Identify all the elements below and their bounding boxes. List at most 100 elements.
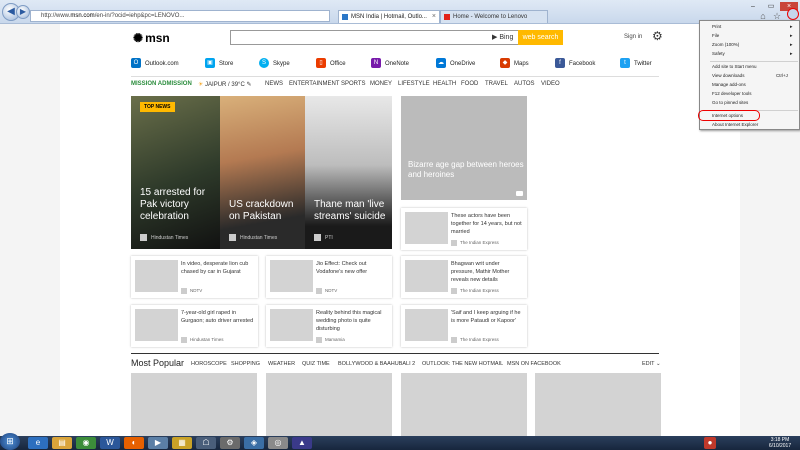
- nav-lifestyle[interactable]: LIFESTYLE: [398, 81, 430, 87]
- menu-item-file[interactable]: File: [712, 33, 796, 39]
- app-taskbar-icon[interactable]: ☖: [196, 437, 216, 449]
- card-source: The Indian Express: [451, 240, 499, 246]
- service-twitter[interactable]: t Twitter: [620, 57, 652, 71]
- twitter-icon: t: [620, 58, 630, 69]
- popular-tile[interactable]: [401, 373, 527, 436]
- nav-food[interactable]: FOOD: [461, 81, 478, 87]
- butterfly-icon: ✺: [133, 31, 144, 45]
- media-taskbar-icon[interactable]: ▶: [148, 437, 168, 449]
- tab-lenovo[interactable]: Home - Welcome to Lenovo: [440, 10, 548, 23]
- nav-money[interactable]: MONEY: [370, 81, 392, 87]
- card-headline: 7-year-old girl raped in Gurgaon; auto d…: [181, 310, 254, 324]
- menu-separator: [710, 61, 798, 62]
- service-office[interactable]: ▯ Office: [316, 57, 346, 71]
- popular-tile[interactable]: [266, 373, 392, 436]
- msn-favicon: [342, 14, 348, 20]
- start-button[interactable]: ⊞: [0, 433, 20, 450]
- menu-item-add-to-start[interactable]: Add site to Start menu: [712, 64, 757, 69]
- popular-tile[interactable]: [131, 373, 257, 436]
- service-maps[interactable]: ◆ Maps: [500, 57, 529, 71]
- menu-item-print[interactable]: Print: [712, 24, 795, 30]
- news-card[interactable]: Bhagwan writ under pressure, Mathir Moth…: [401, 256, 527, 298]
- service-store[interactable]: ▣ Store: [205, 57, 233, 71]
- address-bar[interactable]: http://www.msn.com/en-in/?ocid=iehp&pc=L…: [30, 10, 330, 22]
- menu-item-f12-tools[interactable]: F12 developer tools: [712, 91, 752, 96]
- menu-item-safety[interactable]: Safety: [712, 51, 791, 57]
- nav-travel[interactable]: TRAVEL: [485, 81, 508, 87]
- menu-item-view-downloads[interactable]: View downloads Ctrl+J: [712, 73, 788, 78]
- hero-title: Thane man 'live streams' suicide: [314, 199, 386, 222]
- service-skype[interactable]: S Skype: [259, 57, 290, 71]
- news-card[interactable]: 7-year-old girl raped in Gurgaon; auto d…: [131, 305, 258, 347]
- web-search-button[interactable]: web search: [518, 30, 563, 45]
- menu-item-pinned-sites[interactable]: Go to pinned sites: [712, 100, 748, 105]
- news-card[interactable]: 'Saif and I keep arguing if he is more P…: [401, 305, 527, 347]
- settings-gear-icon[interactable]: ⚙: [652, 29, 663, 43]
- hero-story-3[interactable]: Thane man 'live streams' suicide PTI: [305, 96, 392, 249]
- tools-gear-icon[interactable]: [787, 8, 799, 20]
- popular-link-weather[interactable]: WEATHER: [268, 361, 295, 367]
- forward-button[interactable]: ▶: [16, 5, 30, 19]
- nav-autos[interactable]: AUTOS: [514, 81, 535, 87]
- nav-sports[interactable]: SPORTS: [341, 81, 366, 87]
- explorer-taskbar-icon[interactable]: ▤: [52, 437, 72, 449]
- card-source: NDTV: [316, 288, 337, 294]
- popular-tile[interactable]: [535, 373, 661, 436]
- nav-health[interactable]: HEALTH: [433, 81, 456, 87]
- highlight-ring: [698, 110, 760, 121]
- hero-story-2[interactable]: US crackdown on Pakistan Hindustan Times: [220, 96, 305, 249]
- firefox-taskbar-icon[interactable]: ◐: [124, 437, 144, 449]
- sign-in-link[interactable]: Sign in: [624, 34, 642, 40]
- service-onedrive[interactable]: ☁ OneDrive: [436, 57, 475, 71]
- service-outlook[interactable]: O Outlook.com: [131, 57, 179, 71]
- news-card[interactable]: Reality behind this magical wedding phot…: [266, 305, 392, 347]
- popular-link-bollywood[interactable]: BOLLYWOOD & BAAHUBALI 2: [338, 361, 415, 367]
- app-taskbar-icon[interactable]: ⚙: [220, 437, 240, 449]
- divider: [131, 76, 659, 77]
- bing-logo: ▶ Bing: [492, 34, 514, 41]
- nav-video[interactable]: VIDEO: [541, 81, 560, 87]
- weather-widget[interactable]: ☀ JAIPUR / 39°C ✎: [198, 81, 252, 88]
- service-onenote[interactable]: N OneNote: [371, 57, 409, 71]
- tab-msn[interactable]: MSN India | Hotmail, Outlo... ×: [338, 10, 440, 23]
- office-icon: ▯: [316, 58, 326, 69]
- app-taskbar-icon[interactable]: ◈: [244, 437, 264, 449]
- app-taskbar-icon[interactable]: ◎: [268, 437, 288, 449]
- hero-story-1[interactable]: 15 arrested for Pak victory celebration …: [131, 96, 220, 249]
- popular-link-shopping[interactable]: SHOPPING: [231, 361, 260, 367]
- popular-link-outlook[interactable]: OUTLOOK: THE NEW HOTMAIL: [422, 361, 503, 367]
- popular-link-quiz[interactable]: QUIZ TIME: [302, 361, 330, 367]
- folder-taskbar-icon[interactable]: ▦: [172, 437, 192, 449]
- menu-item-about-ie[interactable]: About Internet Explorer: [712, 122, 758, 127]
- nav-news[interactable]: NEWS: [265, 81, 283, 87]
- news-card[interactable]: In video, desperate lion cub chased by c…: [131, 256, 258, 298]
- popular-link-horoscope[interactable]: HOROSCOPE: [191, 361, 227, 367]
- ie-taskbar-icon[interactable]: e: [28, 437, 48, 449]
- card-headline: Reality behind this magical wedding phot…: [316, 310, 382, 332]
- popular-link-facebook[interactable]: MSN ON FACEBOOK: [507, 361, 561, 367]
- card-thumbnail: [405, 212, 448, 244]
- msn-logo[interactable]: ✺ msn: [133, 31, 170, 45]
- mission-admission-link[interactable]: MISSION ADMISSION: [131, 81, 192, 87]
- menu-item-zoom[interactable]: Zoom (100%): [712, 42, 793, 48]
- outlook-icon: O: [131, 58, 141, 69]
- card-thumbnail: [135, 309, 178, 341]
- news-card[interactable]: Jio Effect: Check out Vodafone's new off…: [266, 256, 392, 298]
- edit-button[interactable]: EDIT ⌄: [642, 361, 661, 367]
- chrome-taskbar-icon[interactable]: ◉: [76, 437, 96, 449]
- news-card[interactable]: These actors have been together for 14 y…: [401, 208, 527, 250]
- card-headline: Bhagwan writ under pressure, Mathir Moth…: [451, 261, 510, 283]
- menu-item-manage-addons[interactable]: Manage add-ons: [712, 82, 746, 87]
- onedrive-icon: ☁: [436, 58, 446, 69]
- service-facebook[interactable]: f Facebook: [555, 57, 595, 71]
- app-taskbar-icon[interactable]: ▲: [292, 437, 312, 449]
- close-tab-icon[interactable]: ×: [432, 11, 436, 23]
- word-taskbar-icon[interactable]: W: [100, 437, 120, 449]
- search-input[interactable]: [230, 30, 520, 45]
- system-clock[interactable]: 3:18 PM 6/10/2017: [762, 437, 798, 449]
- notification-icon[interactable]: ●: [704, 437, 716, 449]
- card-headline: These actors have been together for 14 y…: [451, 213, 522, 235]
- divider: [131, 353, 659, 354]
- featured-story[interactable]: Bizarre age gap between heroes and heroi…: [401, 96, 527, 200]
- nav-entertainment[interactable]: ENTERTAINMENT: [289, 81, 339, 87]
